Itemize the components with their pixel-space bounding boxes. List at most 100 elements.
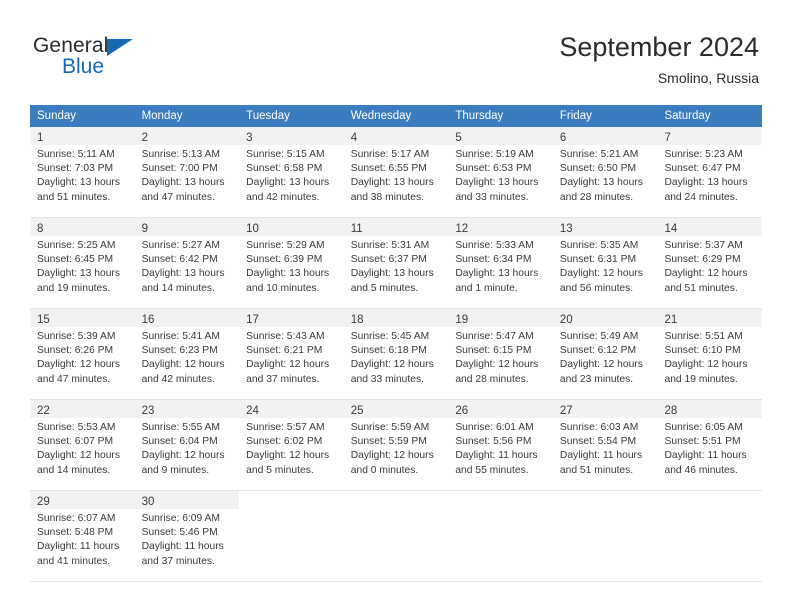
day-details: Sunrise: 5:49 AM Sunset: 6:12 PM Daylight:… bbox=[553, 327, 658, 387]
sunrise-text: Sunrise: 5:25 AM bbox=[37, 240, 116, 251]
sunset-text: Sunset: 6:04 PM bbox=[141, 436, 218, 448]
calendar-day-cell[interactable]: 21 Sunrise: 5:51 AM Sunset: 6:10 PM Dayligh… bbox=[657, 309, 763, 399]
calendar-day-cell[interactable]: 1 Sunrise: 5:11 AM Sunset: 7:03 PM Daylight… bbox=[30, 127, 135, 217]
day-number: 17 bbox=[246, 314, 259, 326]
calendar-day-cell[interactable]: 17 Sunrise: 5:43 AM Sunset: 6:21 PM Dayligh… bbox=[239, 309, 344, 399]
day-details: Sunrise: 5:35 AM Sunset: 6:31 PM Daylight:… bbox=[553, 236, 658, 296]
sunrise-text: Sunrise: 5:41 AM bbox=[141, 331, 220, 342]
day-details: Sunrise: 5:41 AM Sunset: 6:23 PM Daylight:… bbox=[135, 327, 240, 387]
calendar-day-cell[interactable]: 25 Sunrise: 5:59 AM Sunset: 5:59 PM Dayligh… bbox=[343, 400, 449, 490]
calendar-day-cell[interactable]: 16 Sunrise: 5:41 AM Sunset: 6:23 PM Dayligh… bbox=[134, 309, 240, 399]
calendar-day-cell[interactable]: 22 Sunrise: 5:53 AM Sunset: 6:07 PM Dayligh… bbox=[30, 400, 135, 490]
calendar-day-cell[interactable]: 15 Sunrise: 5:39 AM Sunset: 6:26 PM Dayligh… bbox=[30, 309, 135, 399]
day-number: 5 bbox=[455, 132, 462, 144]
daylight-text-line2: and 47 minutes. bbox=[37, 373, 111, 385]
sunset-text: Sunset: 6:21 PM bbox=[246, 345, 323, 357]
daylight-text-line2: and 9 minutes. bbox=[141, 464, 210, 476]
calendar-day-cell[interactable]: 6 Sunrise: 5:21 AM Sunset: 6:50 PM Daylight… bbox=[552, 127, 658, 217]
sunrise-text: Sunrise: 5:49 AM bbox=[559, 331, 639, 342]
sunrise-text: Sunrise: 5:47 AM bbox=[455, 331, 534, 342]
day-number: 2 bbox=[141, 132, 148, 144]
day-details: Sunrise: 5:43 AM Sunset: 6:21 PM Daylight:… bbox=[239, 327, 344, 387]
daylight-text-line2: and 47 minutes. bbox=[141, 191, 215, 203]
calendar-day-cell[interactable]: 28 Sunrise: 6:05 AM Sunset: 5:51 PM Dayligh… bbox=[657, 400, 763, 490]
day-details: Sunrise: 6:09 AM Sunset: 5:46 PM Daylight:… bbox=[135, 509, 240, 569]
day-number: 29 bbox=[37, 496, 50, 508]
calendar-day-cell[interactable]: 29 Sunrise: 6:07 AM Sunset: 5:48 PM Dayligh… bbox=[30, 491, 135, 581]
calendar-day-cell[interactable]: 3 Sunrise: 5:15 AM Sunset: 6:58 PM Daylight… bbox=[239, 127, 344, 217]
calendar-day-cell[interactable]: 23 Sunrise: 5:55 AM Sunset: 6:04 PM Dayligh… bbox=[134, 400, 240, 490]
daylight-text-line1: Daylight: 12 hours bbox=[559, 359, 643, 371]
daylight-text-line1: Daylight: 13 hours bbox=[455, 268, 539, 280]
daylight-text-line2: and 19 minutes. bbox=[37, 282, 111, 294]
sunset-text: Sunset: 6:53 PM bbox=[455, 163, 532, 175]
calendar-day-cell[interactable]: 7 Sunrise: 5:23 AM Sunset: 6:47 PM Daylight… bbox=[657, 127, 763, 217]
sunrise-text: Sunrise: 5:27 AM bbox=[141, 240, 220, 251]
daylight-text-line2: and 0 minutes. bbox=[350, 464, 419, 476]
daylight-text-line2: and 37 minutes. bbox=[246, 373, 320, 385]
calendar-grid: Sunday Monday Tuesday Wednesday Thursday Frid… bbox=[30, 105, 763, 582]
day-number-bar: 9 bbox=[134, 218, 240, 236]
sunset-text: Sunset: 6:45 PM bbox=[37, 254, 114, 266]
calendar-day-cell[interactable]: 2 Sunrise: 5:13 AM Sunset: 7:00 PM Daylight… bbox=[134, 127, 240, 217]
calendar-day-cell-empty bbox=[448, 491, 553, 581]
sunrise-text: Sunrise: 5:17 AM bbox=[350, 149, 430, 160]
day-details: Sunrise: 5:33 AM Sunset: 6:34 PM Daylight:… bbox=[448, 236, 553, 296]
weekday-header-thursday: Thursday bbox=[455, 110, 504, 122]
sunrise-text: Sunrise: 5:15 AM bbox=[246, 149, 325, 160]
day-number: 25 bbox=[350, 405, 364, 417]
calendar-day-cell[interactable]: 14 Sunrise: 5:37 AM Sunset: 6:29 PM Dayligh… bbox=[657, 218, 763, 308]
sunset-text: Sunset: 5:46 PM bbox=[141, 527, 218, 539]
calendar-day-cell[interactable]: 13 Sunrise: 5:35 AM Sunset: 6:31 PM Dayligh… bbox=[552, 218, 658, 308]
calendar-day-cell[interactable]: 26 Sunrise: 6:01 AM Sunset: 5:56 PM Dayligh… bbox=[448, 400, 553, 490]
daylight-text-line2: and 24 minutes. bbox=[664, 191, 738, 203]
sunset-text: Sunset: 6:31 PM bbox=[559, 254, 637, 266]
calendar-day-cell[interactable]: 30 Sunrise: 6:09 AM Sunset: 5:46 PM Dayligh… bbox=[134, 491, 240, 581]
sunrise-text: Sunrise: 5:39 AM bbox=[37, 331, 116, 342]
day-number-bar: 17 bbox=[239, 309, 344, 327]
daylight-text-line1: Daylight: 11 hours bbox=[37, 541, 120, 553]
sunrise-text: Sunrise: 5:51 AM bbox=[664, 331, 743, 342]
daylight-text-line2: and 5 minutes. bbox=[246, 464, 314, 476]
day-details: Sunrise: 5:27 AM Sunset: 6:42 PM Daylight:… bbox=[135, 236, 240, 296]
calendar-day-cell[interactable]: 11 Sunrise: 5:31 AM Sunset: 6:37 PM Dayligh… bbox=[343, 218, 449, 308]
day-details: Sunrise: 5:47 AM Sunset: 6:15 PM Daylight:… bbox=[448, 327, 553, 387]
daylight-text-line1: Daylight: 12 hours bbox=[246, 359, 330, 371]
day-details: Sunrise: 6:03 AM Sunset: 5:54 PM Daylight:… bbox=[553, 418, 658, 478]
day-number: 21 bbox=[664, 314, 678, 326]
brand-logo[interactable]: General Blue bbox=[33, 34, 213, 86]
calendar-day-cell[interactable]: 4 Sunrise: 5:17 AM Sunset: 6:55 PM Daylight… bbox=[343, 127, 449, 217]
brand-name-blue: Blue bbox=[62, 55, 105, 78]
sunset-text: Sunset: 6:12 PM bbox=[559, 345, 637, 357]
sunset-text: Sunset: 5:54 PM bbox=[559, 436, 637, 448]
calendar-day-cell[interactable]: 24 Sunrise: 5:57 AM Sunset: 6:02 PM Dayligh… bbox=[239, 400, 344, 490]
calendar-day-cell[interactable]: 12 Sunrise: 5:33 AM Sunset: 6:34 PM Dayligh… bbox=[448, 218, 553, 308]
daylight-text-line1: Daylight: 13 hours bbox=[141, 268, 225, 280]
daylight-text-line1: Daylight: 13 hours bbox=[141, 177, 225, 189]
day-number-bar: 13 bbox=[552, 218, 658, 236]
daylight-text-line1: Daylight: 12 hours bbox=[37, 450, 120, 462]
daylight-text-line2: and 56 minutes. bbox=[559, 282, 634, 294]
calendar-day-cell[interactable]: 18 Sunrise: 5:45 AM Sunset: 6:18 PM Dayligh… bbox=[343, 309, 449, 399]
calendar-day-cell[interactable]: 9 Sunrise: 5:27 AM Sunset: 6:42 PM Daylight… bbox=[134, 218, 240, 308]
day-number-bar: 18 bbox=[343, 309, 449, 327]
calendar-day-cell-empty bbox=[343, 491, 449, 581]
sunset-text: Sunset: 5:51 PM bbox=[664, 436, 741, 448]
daylight-text-line1: Daylight: 11 hours bbox=[141, 541, 224, 553]
daylight-text-line1: Daylight: 12 hours bbox=[664, 268, 748, 280]
sunset-text: Sunset: 6:55 PM bbox=[350, 163, 427, 175]
day-number: 10 bbox=[246, 223, 259, 235]
daylight-text-line1: Daylight: 13 hours bbox=[37, 177, 120, 189]
calendar-day-cell[interactable]: 8 Sunrise: 5:25 AM Sunset: 6:45 PM Daylight… bbox=[30, 218, 135, 308]
calendar-day-cell[interactable]: 19 Sunrise: 5:47 AM Sunset: 6:15 PM Dayligh… bbox=[448, 309, 553, 399]
day-number: 28 bbox=[664, 405, 678, 417]
daylight-text-line1: Daylight: 12 hours bbox=[37, 359, 120, 371]
calendar-day-cell[interactable]: 5 Sunrise: 5:19 AM Sunset: 6:53 PM Daylight… bbox=[448, 127, 553, 217]
calendar-day-cell[interactable]: 27 Sunrise: 6:03 AM Sunset: 5:54 PM Dayligh… bbox=[552, 400, 658, 490]
calendar-week-row: 15 Sunrise: 5:39 AM Sunset: 6:26 PM Dayligh… bbox=[30, 309, 763, 400]
calendar-day-cell[interactable]: 10 Sunrise: 5:29 AM Sunset: 6:39 PM Dayligh… bbox=[239, 218, 344, 308]
daylight-text-line1: Daylight: 12 hours bbox=[246, 450, 330, 462]
sunset-text: Sunset: 6:26 PM bbox=[37, 345, 114, 357]
calendar-day-cell[interactable]: 20 Sunrise: 5:49 AM Sunset: 6:12 PM Dayligh… bbox=[552, 309, 658, 399]
daylight-text-line2: and 14 minutes. bbox=[37, 464, 111, 476]
